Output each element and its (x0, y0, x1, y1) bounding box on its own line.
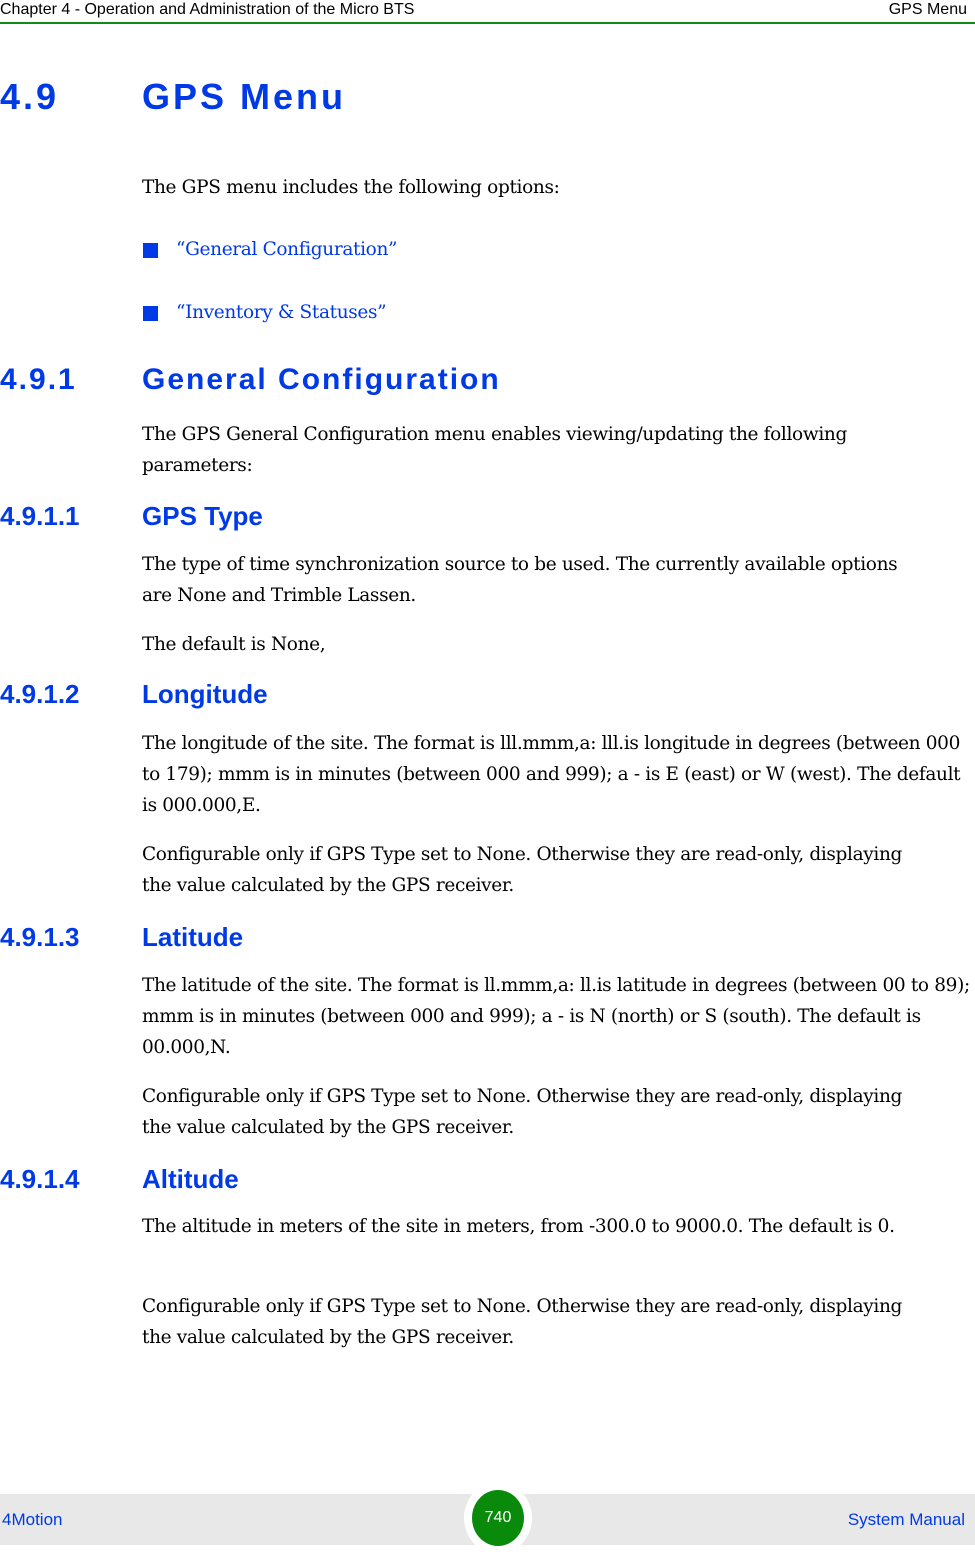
page-number-badge: 740 (472, 1490, 524, 1546)
parameter-title: Altitude (142, 1164, 239, 1194)
bullet-square-icon (143, 243, 158, 258)
parameter-number: 4.9.1.2 (0, 679, 80, 709)
section-title: GPS Menu (142, 76, 347, 117)
option-link-inventory-statuses[interactable]: “Inventory & Statuses” (142, 298, 542, 328)
parameter-title: Longitude (142, 679, 268, 709)
section-number: 4.9 (0, 76, 60, 117)
subsection-intro: The GPS General Configuration menu enabl… (142, 424, 847, 476)
option-link-label[interactable]: “General Configuration” (176, 235, 397, 265)
parameter-description: The altitude in meters of the site in me… (142, 1216, 895, 1237)
parameter-note: Configurable only if GPS Type set to Non… (142, 1086, 903, 1138)
running-header: Chapter 4 - Operation and Administration… (0, 0, 975, 24)
footer-product: 4Motion (2, 1510, 63, 1529)
parameter-note: Configurable only if GPS Type set to Non… (142, 844, 903, 896)
parameter-note: Configurable only if GPS Type set to Non… (142, 1296, 903, 1348)
parameter-title: GPS Type (142, 501, 263, 531)
option-link-general-configuration[interactable]: “General Configuration” (142, 235, 542, 265)
section-intro: The GPS menu includes the following opti… (142, 177, 560, 198)
header-section-title: GPS Menu (888, 1, 967, 18)
parameter-description: The latitude of the site. The format is … (142, 975, 970, 1058)
parameter-title: Latitude (142, 922, 244, 952)
parameter-number: 4.9.1.3 (0, 922, 80, 952)
page-footer: 4Motion 740 System Manual (0, 1482, 975, 1554)
subsection-title: General Configuration (142, 363, 501, 396)
parameter-description: The type of time synchronization source … (142, 554, 898, 606)
footer-manual-title: System Manual (847, 1510, 965, 1529)
parameter-number: 4.9.1.1 (0, 501, 80, 531)
parameter-number: 4.9.1.4 (0, 1164, 80, 1194)
subsection-number: 4.9.1 (0, 363, 77, 396)
parameter-default: The default is None, (142, 634, 326, 655)
option-link-label[interactable]: “Inventory & Statuses” (176, 298, 387, 328)
chapter-title: Chapter 4 - Operation and Administration… (0, 1, 415, 18)
parameter-description: The longitude of the site. The format is… (142, 733, 961, 816)
bullet-square-icon (143, 306, 158, 321)
